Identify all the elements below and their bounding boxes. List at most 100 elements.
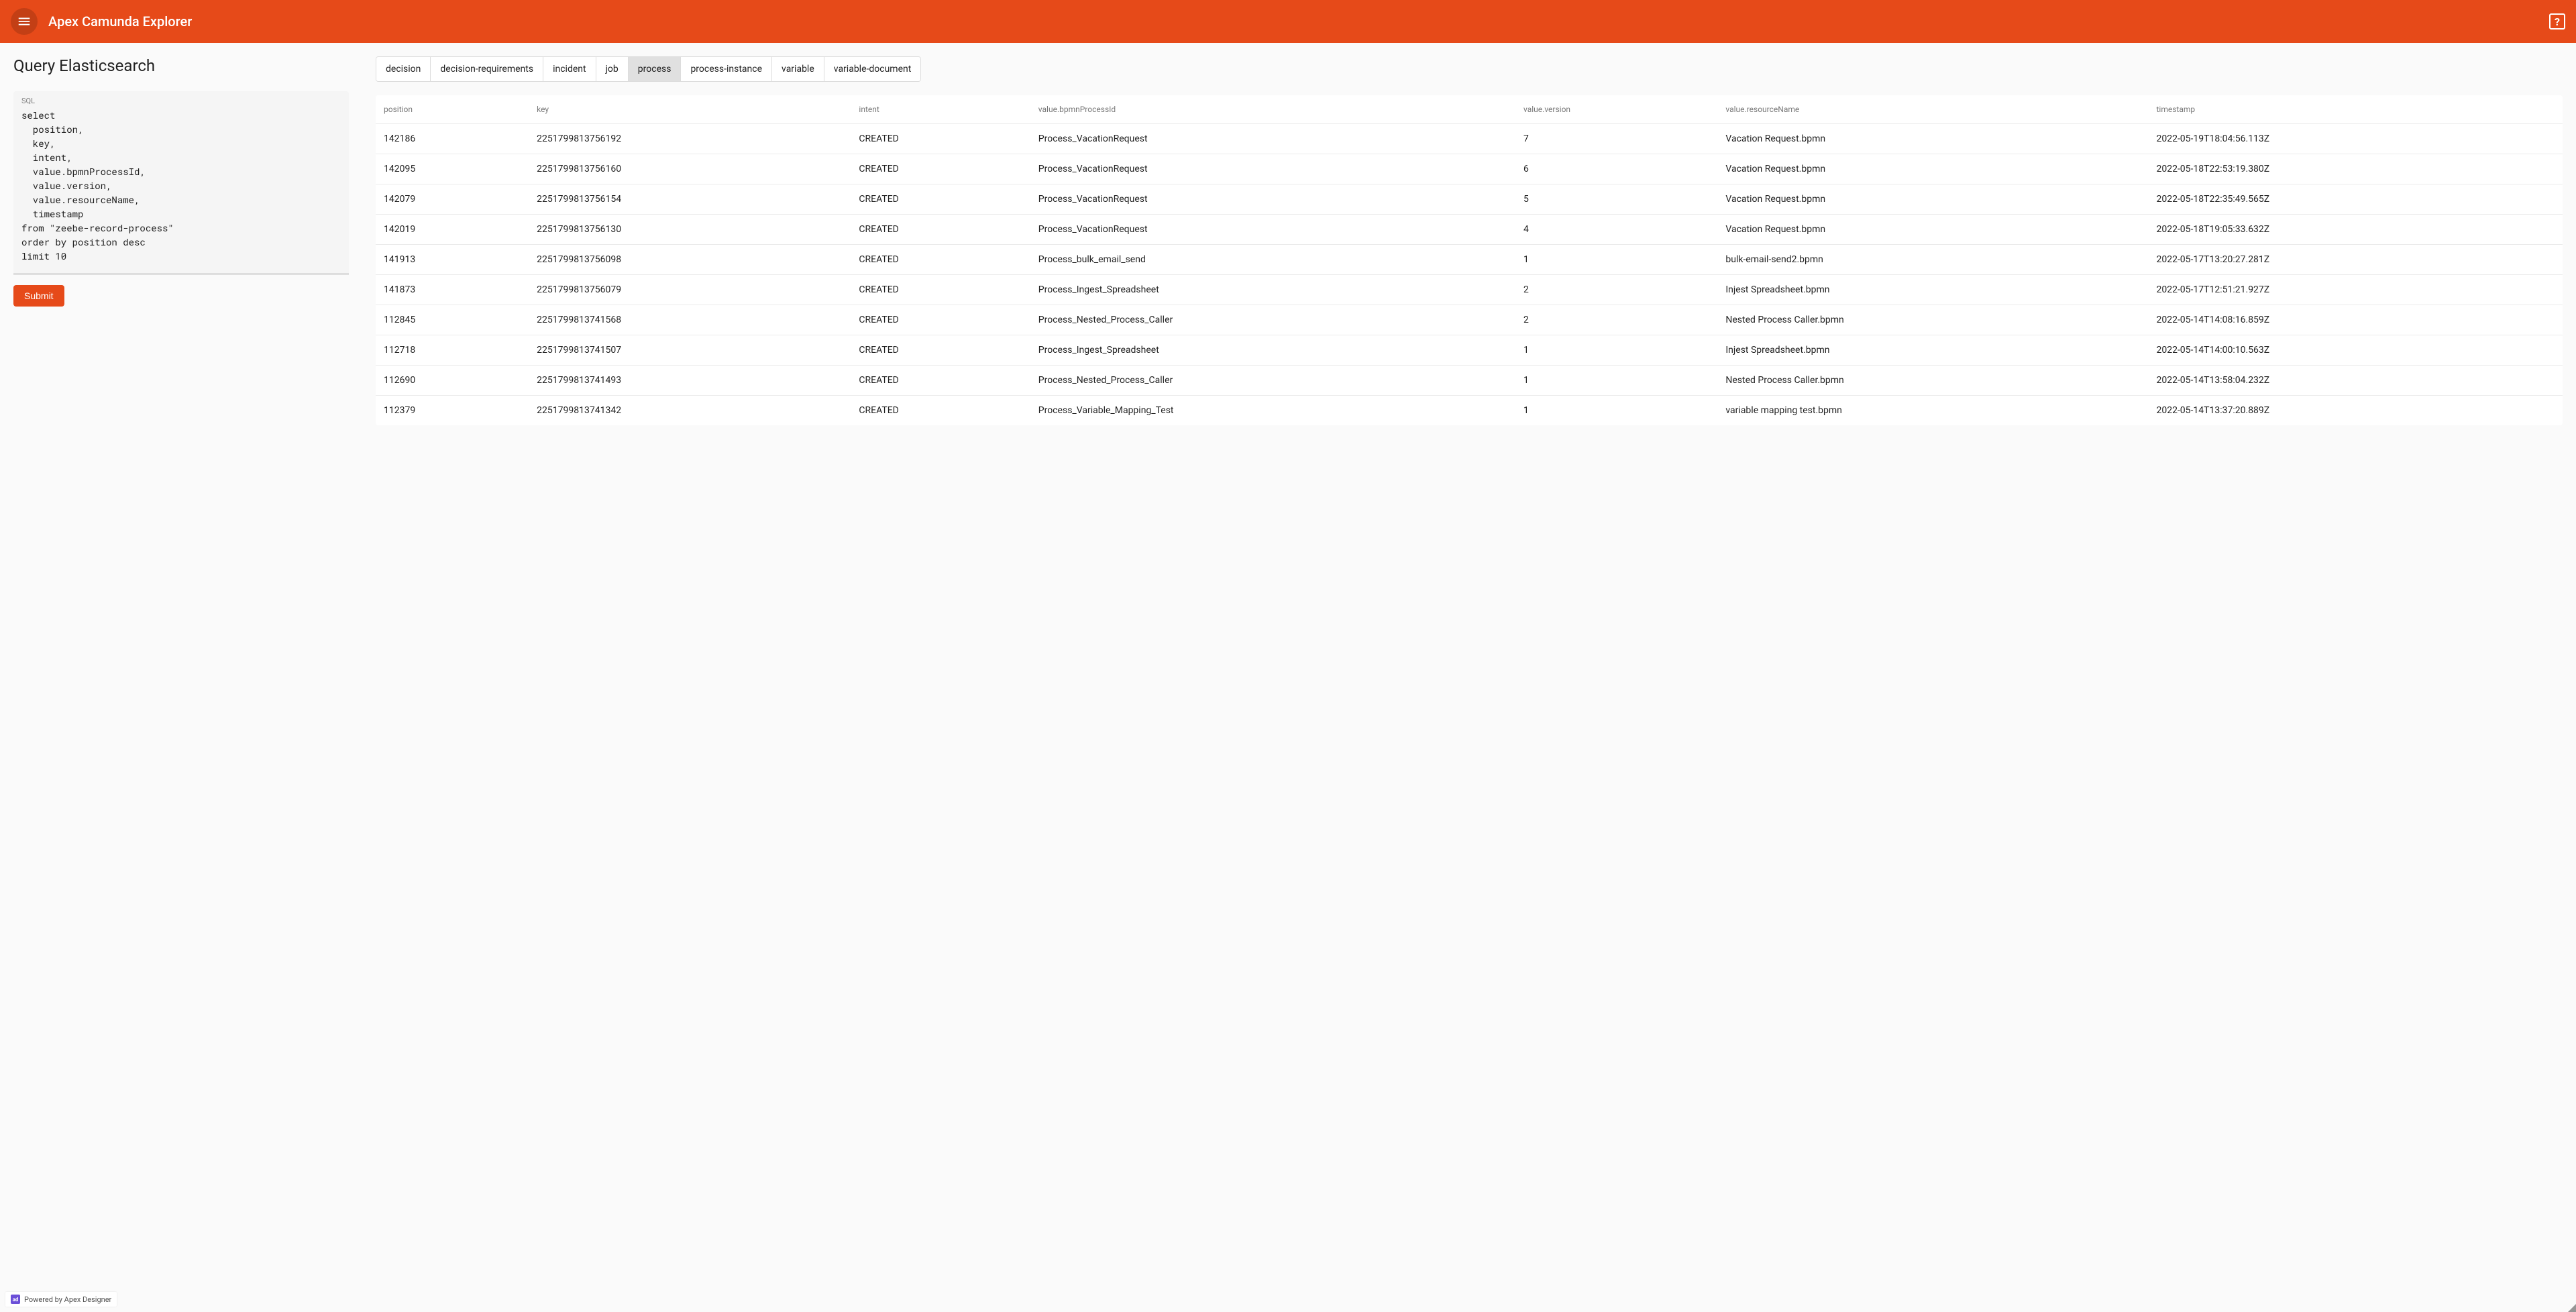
table-cell: 2251799813756130 [529,215,851,245]
table-row[interactable]: 1420792251799813756154CREATEDProcess_Vac… [376,184,2563,215]
table-cell: 2022-05-19T18:04:56.113Z [2148,124,2563,154]
footer-badge[interactable]: ad Powered by Apex Designer [5,1292,117,1307]
table-cell: 2022-05-17T12:51:21.927Z [2148,275,2563,305]
sql-input-container: SQL [13,91,349,274]
table-cell: 112690 [376,366,529,396]
column-header[interactable]: key [529,95,851,124]
table-cell: 2022-05-14T14:00:10.563Z [2148,335,2563,366]
table-cell: Process_VacationRequest [1030,154,1515,184]
table-cell: 2251799813756079 [529,275,851,305]
table-row[interactable]: 1420952251799813756160CREATEDProcess_Vac… [376,154,2563,184]
column-header[interactable]: value.bpmnProcessId [1030,95,1515,124]
tab-process-instance[interactable]: process-instance [681,57,772,81]
submit-button[interactable]: Submit [13,285,64,307]
footer-text: Powered by Apex Designer [24,1295,111,1304]
results-table: positionkeyintentvalue.bpmnProcessIdvalu… [376,95,2563,425]
table-cell: 2022-05-14T14:08:16.859Z [2148,305,2563,335]
table-row[interactable]: 1420192251799813756130CREATEDProcess_Vac… [376,215,2563,245]
tab-process[interactable]: process [629,57,682,81]
sql-label: SQL [21,97,341,105]
help-button[interactable]: ? [2549,13,2565,30]
table-cell: 2022-05-14T13:58:04.232Z [2148,366,2563,396]
table-cell: Process_VacationRequest [1030,215,1515,245]
table-cell: CREATED [851,124,1030,154]
app-title: Apex Camunda Explorer [48,13,192,30]
table-cell: CREATED [851,305,1030,335]
column-header[interactable]: value.resourceName [1717,95,2148,124]
table-cell: 4 [1515,215,1717,245]
table-cell: Nested Process Caller.bpmn [1717,366,2148,396]
tab-decision[interactable]: decision [376,57,431,81]
help-icon: ? [2555,15,2560,28]
page-title: Query Elasticsearch [13,56,349,75]
table-cell: Process_Ingest_Spreadsheet [1030,275,1515,305]
table-cell: 5 [1515,184,1717,215]
column-header[interactable]: intent [851,95,1030,124]
table-cell: CREATED [851,396,1030,426]
table-cell: CREATED [851,154,1030,184]
table-cell: 1 [1515,335,1717,366]
table-cell: bulk-email-send2.bpmn [1717,245,2148,275]
table-cell: Nested Process Caller.bpmn [1717,305,2148,335]
table-cell: CREATED [851,275,1030,305]
resize-handle-icon [2568,1304,2576,1312]
table-cell: 142095 [376,154,529,184]
table-cell: 112718 [376,335,529,366]
table-cell: CREATED [851,366,1030,396]
table-cell: 142186 [376,124,529,154]
table-cell: Injest Spreadsheet.bpmn [1717,275,2148,305]
table-cell: 2251799813756160 [529,154,851,184]
tab-job[interactable]: job [596,57,629,81]
table-cell: CREATED [851,184,1030,215]
column-header[interactable]: timestamp [2148,95,2563,124]
table-cell: 2251799813741493 [529,366,851,396]
hamburger-icon [17,14,32,29]
table-cell: Process_Nested_Process_Caller [1030,366,1515,396]
table-header-row: positionkeyintentvalue.bpmnProcessIdvalu… [376,95,2563,124]
tab-decision-requirements[interactable]: decision-requirements [431,57,543,81]
table-cell: CREATED [851,215,1030,245]
table-cell: Process_Variable_Mapping_Test [1030,396,1515,426]
table-cell: 142019 [376,215,529,245]
table-row[interactable]: 1126902251799813741493CREATEDProcess_Nes… [376,366,2563,396]
sql-textarea[interactable] [21,108,341,263]
content-area: Query Elasticsearch SQL Submit decisiond… [0,43,2576,1312]
table-cell: 2 [1515,275,1717,305]
table-cell: Process_Nested_Process_Caller [1030,305,1515,335]
table-cell: 1 [1515,245,1717,275]
table-cell: 7 [1515,124,1717,154]
table-cell: Vacation Request.bpmn [1717,154,2148,184]
table-body: 1421862251799813756192CREATEDProcess_Vac… [376,124,2563,426]
table-cell: CREATED [851,245,1030,275]
table-row[interactable]: 1418732251799813756079CREATEDProcess_Ing… [376,275,2563,305]
column-header[interactable]: position [376,95,529,124]
apex-designer-icon: ad [11,1295,20,1304]
table-cell: 1 [1515,366,1717,396]
table-cell: 112379 [376,396,529,426]
table-cell: Vacation Request.bpmn [1717,124,2148,154]
table-cell: 141913 [376,245,529,275]
table-cell: 112845 [376,305,529,335]
table-cell: 2251799813741342 [529,396,851,426]
tab-incident[interactable]: incident [543,57,596,81]
tab-variable-document[interactable]: variable-document [824,57,921,81]
table-cell: 2251799813741507 [529,335,851,366]
table-row[interactable]: 1128452251799813741568CREATEDProcess_Nes… [376,305,2563,335]
table-row[interactable]: 1127182251799813741507CREATEDProcess_Ing… [376,335,2563,366]
table-cell: 1 [1515,396,1717,426]
tab-variable[interactable]: variable [772,57,824,81]
column-header[interactable]: value.version [1515,95,1717,124]
table-cell: Injest Spreadsheet.bpmn [1717,335,2148,366]
table-row[interactable]: 1123792251799813741342CREATEDProcess_Var… [376,396,2563,426]
table-cell: Process_VacationRequest [1030,124,1515,154]
app-bar: Apex Camunda Explorer ? [0,0,2576,43]
menu-button[interactable] [11,8,38,35]
results-panel: decisiondecision-requirementsincidentjob… [376,56,2563,425]
table-cell: 2251799813756098 [529,245,851,275]
table-row[interactable]: 1419132251799813756098CREATEDProcess_bul… [376,245,2563,275]
results-table-card: positionkeyintentvalue.bpmnProcessIdvalu… [376,95,2563,425]
table-cell: 2022-05-18T22:35:49.565Z [2148,184,2563,215]
table-cell: 2 [1515,305,1717,335]
table-cell: 2022-05-18T19:05:33.632Z [2148,215,2563,245]
table-row[interactable]: 1421862251799813756192CREATEDProcess_Vac… [376,124,2563,154]
